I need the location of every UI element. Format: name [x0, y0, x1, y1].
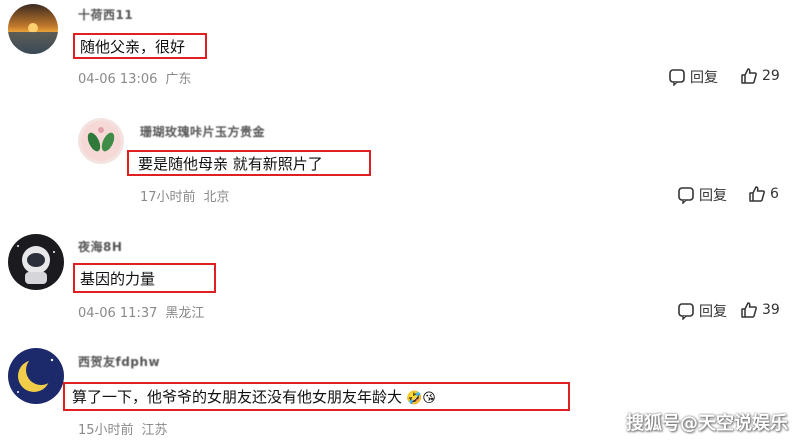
comment-text-content: 算了一下，他爷爷的女朋友还没有他女朋友年龄大	[72, 388, 403, 406]
comment-time: 04-06 13:06	[78, 72, 158, 87]
thumbs-up-icon	[749, 186, 765, 202]
astronaut-avatar-image	[8, 234, 64, 290]
thumbs-up-icon	[741, 302, 757, 318]
like-count: 6	[770, 186, 779, 202]
reply-label: 回复	[699, 304, 727, 320]
avatar[interactable]	[8, 234, 64, 290]
emoji-reactions: 🤣😘	[406, 391, 436, 406]
avatar[interactable]	[78, 118, 124, 164]
comment-location: 江苏	[141, 423, 168, 438]
like-button[interactable]: 39	[740, 301, 780, 319]
comment-icon	[669, 69, 685, 86]
comment-text: 要是随他母亲 就有新照片了	[138, 155, 323, 173]
comment-time: 15小时前	[78, 423, 134, 438]
like-count: 39	[762, 302, 780, 318]
reply-label: 回复	[690, 70, 718, 86]
username[interactable]: 夜海8H	[78, 238, 122, 255]
username[interactable]: 十荷西11	[78, 6, 133, 23]
watermark: 搜狐号@天空说娱乐	[626, 413, 788, 434]
comment-location: 黑龙江	[165, 306, 205, 321]
sunset-avatar-image	[8, 4, 58, 54]
like-button[interactable]: 29	[740, 67, 780, 85]
like-button[interactable]: 6	[748, 185, 779, 203]
comment-meta: 04-06 11:37 黑龙江	[78, 302, 204, 321]
comment-text: 算了一下，他爷爷的女朋友还没有他女朋友年龄大 🤣😘	[72, 386, 436, 407]
comment-meta: 04-06 13:06 广东	[78, 68, 191, 87]
thumbs-up-icon	[741, 68, 757, 84]
reply-button[interactable]: 回复	[668, 67, 718, 87]
avatar[interactable]	[8, 4, 58, 54]
comment-time: 17小时前	[140, 190, 196, 205]
comment-location: 广东	[165, 72, 192, 87]
comment-icon	[678, 187, 694, 204]
comment-meta: 17小时前 北京	[140, 186, 230, 205]
username[interactable]: 珊瑚玫瑰咔片玉方贵金	[140, 123, 265, 140]
like-count: 29	[762, 68, 780, 84]
username[interactable]: 西贺友fdphw	[78, 353, 160, 370]
reply-button[interactable]: 回复	[677, 185, 727, 205]
moon-avatar-image	[8, 348, 64, 404]
comment-text: 随他父亲，很好	[80, 38, 186, 56]
avatar[interactable]	[8, 348, 64, 404]
comment-meta: 15小时前 江苏	[78, 419, 168, 438]
reply-button[interactable]: 回复	[677, 301, 727, 321]
comment-icon	[678, 303, 694, 320]
comment-location: 北京	[203, 190, 230, 205]
comment-text: 基因的力量	[80, 270, 156, 288]
comment-time: 04-06 11:37	[78, 306, 158, 321]
leaf-avatar-image	[78, 118, 124, 164]
reply-label: 回复	[699, 188, 727, 204]
